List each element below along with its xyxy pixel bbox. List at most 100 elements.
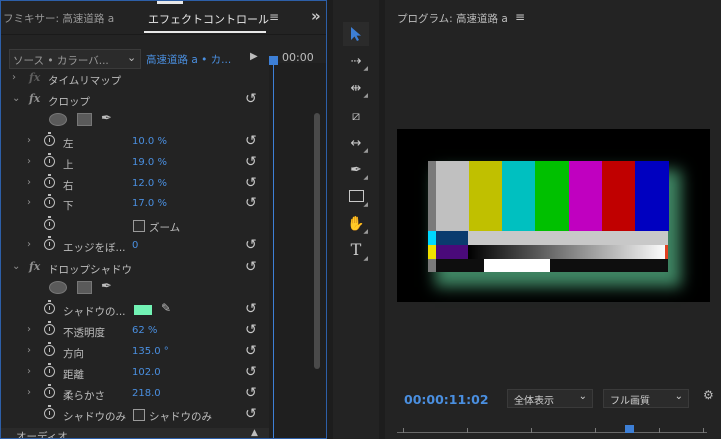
param-value[interactable]: 19.0 % [132,157,167,168]
collapse-caret-icon[interactable]: ▲ [251,428,258,438]
reset-icon[interactable]: ↺ [245,406,257,422]
playhead-handle[interactable] [625,425,634,433]
panel-tab-bar: フミキサー: 高速道路 a エフェクトコントロール ≡ » [1,1,326,35]
chevron-down-icon[interactable]: ⌄ [12,93,20,104]
vertical-scrollbar[interactable] [314,113,320,369]
zoom-checkbox[interactable] [133,220,145,232]
chevron-right-icon[interactable]: › [27,345,31,356]
source-clip-dropdown[interactable]: ソース • カラーバ... ⌄ [9,49,141,69]
chevron-right-icon[interactable]: › [27,156,31,167]
param-value[interactable]: 135.0 ° [132,346,169,357]
more-panels-icon[interactable]: » [311,7,321,25]
chevron-right-icon[interactable]: › [27,387,31,398]
stopwatch-icon[interactable] [44,342,55,356]
reset-icon[interactable]: ↺ [245,343,257,359]
chevron-right-icon[interactable]: › [27,366,31,377]
chevron-right-icon[interactable]: › [27,135,31,146]
effect-row-time-remap[interactable]: › fx タイムリマップ [1,69,269,90]
param-value[interactable]: 62 % [132,325,157,336]
chevron-down-icon: ⌄ [578,391,587,402]
stopwatch-icon[interactable] [44,405,55,419]
pen-mask-icon[interactable]: ✒ [101,279,112,294]
rectangle-tool[interactable]: ◢ [343,184,369,208]
param-value[interactable]: 17.0 % [132,198,167,209]
param-row-shadow-only: シャドウのみ シャドウのみ ↺ [1,405,269,426]
track-select-tool[interactable]: ⇢ ◢ [343,48,369,72]
tab-effect-controls[interactable]: エフェクトコントロール [148,11,269,27]
stopwatch-icon[interactable] [44,132,55,146]
chevron-right-icon[interactable]: › [27,177,31,188]
playback-resolution-select[interactable]: フル画質 ⌄ [603,389,689,408]
fx-toggle-icon[interactable]: fx [29,260,40,273]
program-monitor-panel: プログラム: 高速道路 a ≡ 00:00:11:02 全体表示 ⌄ フル画質 … [385,0,721,439]
chevron-right-icon[interactable]: › [12,72,16,83]
fx-toggle-icon[interactable]: fx [29,92,40,105]
reset-icon[interactable]: ↺ [245,301,257,317]
settings-wrench-icon[interactable]: ⚙ [703,388,714,402]
chevron-right-icon[interactable]: › [27,197,31,208]
slip-tool[interactable]: ↔ ◢ [343,130,369,154]
param-value[interactable]: 0 [132,240,138,251]
param-value[interactable]: 10.0 % [132,136,167,147]
effect-label: クロップ [48,96,90,108]
chevron-down-icon[interactable]: ⌄ [12,261,20,272]
effect-row-crop[interactable]: ⌄ fx クロップ ↺ [1,90,269,111]
param-value[interactable]: 218.0 [132,388,161,399]
program-viewer[interactable] [397,129,710,302]
playhead-handle[interactable] [269,56,278,65]
stopwatch-icon[interactable] [44,363,55,377]
reset-icon[interactable]: ↺ [245,91,257,107]
stopwatch-icon[interactable] [44,300,55,314]
pen-tool[interactable]: ✒ ◢ [343,157,369,181]
selection-tool[interactable] [343,22,369,46]
type-tool[interactable]: T ◢ [343,238,369,262]
stopwatch-icon[interactable] [44,216,55,230]
zoom-level-select[interactable]: 全体表示 ⌄ [507,389,593,408]
monitor-title[interactable]: プログラム: 高速道路 a [397,11,508,26]
stopwatch-icon[interactable] [44,236,55,250]
pen-mask-icon[interactable]: ✒ [101,111,112,126]
rectangle-mask-icon[interactable] [77,113,92,126]
type-icon: T [350,240,362,259]
shadow-only-checkbox[interactable] [133,409,145,421]
reset-icon[interactable]: ↺ [245,237,257,253]
section-header-audio[interactable]: オーディオ ▲ [1,428,269,438]
reset-icon[interactable]: ↺ [245,175,257,191]
param-label: 上 [63,159,74,171]
tab-audio-mixer[interactable]: フミキサー: 高速道路 a [3,11,114,26]
reset-icon[interactable]: ↺ [245,195,257,211]
play-clip-icon[interactable]: ▶ [250,51,258,62]
eyedropper-icon[interactable]: ✎ [161,301,171,315]
reset-icon[interactable]: ↺ [245,385,257,401]
stopwatch-icon[interactable] [44,194,55,208]
reset-icon[interactable]: ↺ [245,133,257,149]
ellipse-mask-icon[interactable] [49,113,67,126]
stopwatch-icon[interactable] [44,384,55,398]
playhead-timecode[interactable]: 00:00:11:02 [404,392,489,407]
tool-group-corner-icon: ◢ [363,174,368,181]
monitor-time-ruler[interactable] [397,425,707,439]
stopwatch-icon[interactable] [44,321,55,335]
stopwatch-icon[interactable] [44,153,55,167]
sequence-clip-link[interactable]: 高速道路 a • カ... [146,52,231,67]
panel-menu-icon[interactable]: ≡ [269,10,279,24]
hand-tool[interactable]: ✋ ◢ [343,211,369,235]
reset-icon[interactable]: ↺ [245,364,257,380]
param-value[interactable]: 102.0 [132,367,161,378]
panel-menu-icon[interactable]: ≡ [515,10,525,24]
reset-icon[interactable]: ↺ [245,259,257,275]
param-value[interactable]: 12.0 % [132,178,167,189]
rectangle-mask-icon[interactable] [77,281,92,294]
effect-row-drop-shadow[interactable]: ⌄ fx ドロップシャドウ ↺ [1,258,269,279]
chevron-right-icon[interactable]: › [27,324,31,335]
ellipse-mask-icon[interactable] [49,281,67,294]
stopwatch-icon[interactable] [44,174,55,188]
reset-icon[interactable]: ↺ [245,322,257,338]
ripple-edit-tool[interactable]: ⇹ ◢ [343,75,369,99]
param-row-left: › 左 10.0 % ↺ [1,132,269,153]
reset-icon[interactable]: ↺ [245,154,257,170]
razor-tool[interactable]: ⧄ [343,103,369,127]
chevron-right-icon[interactable]: › [27,239,31,250]
slip-icon: ↔ [350,136,362,151]
shadow-color-swatch[interactable] [134,305,152,315]
